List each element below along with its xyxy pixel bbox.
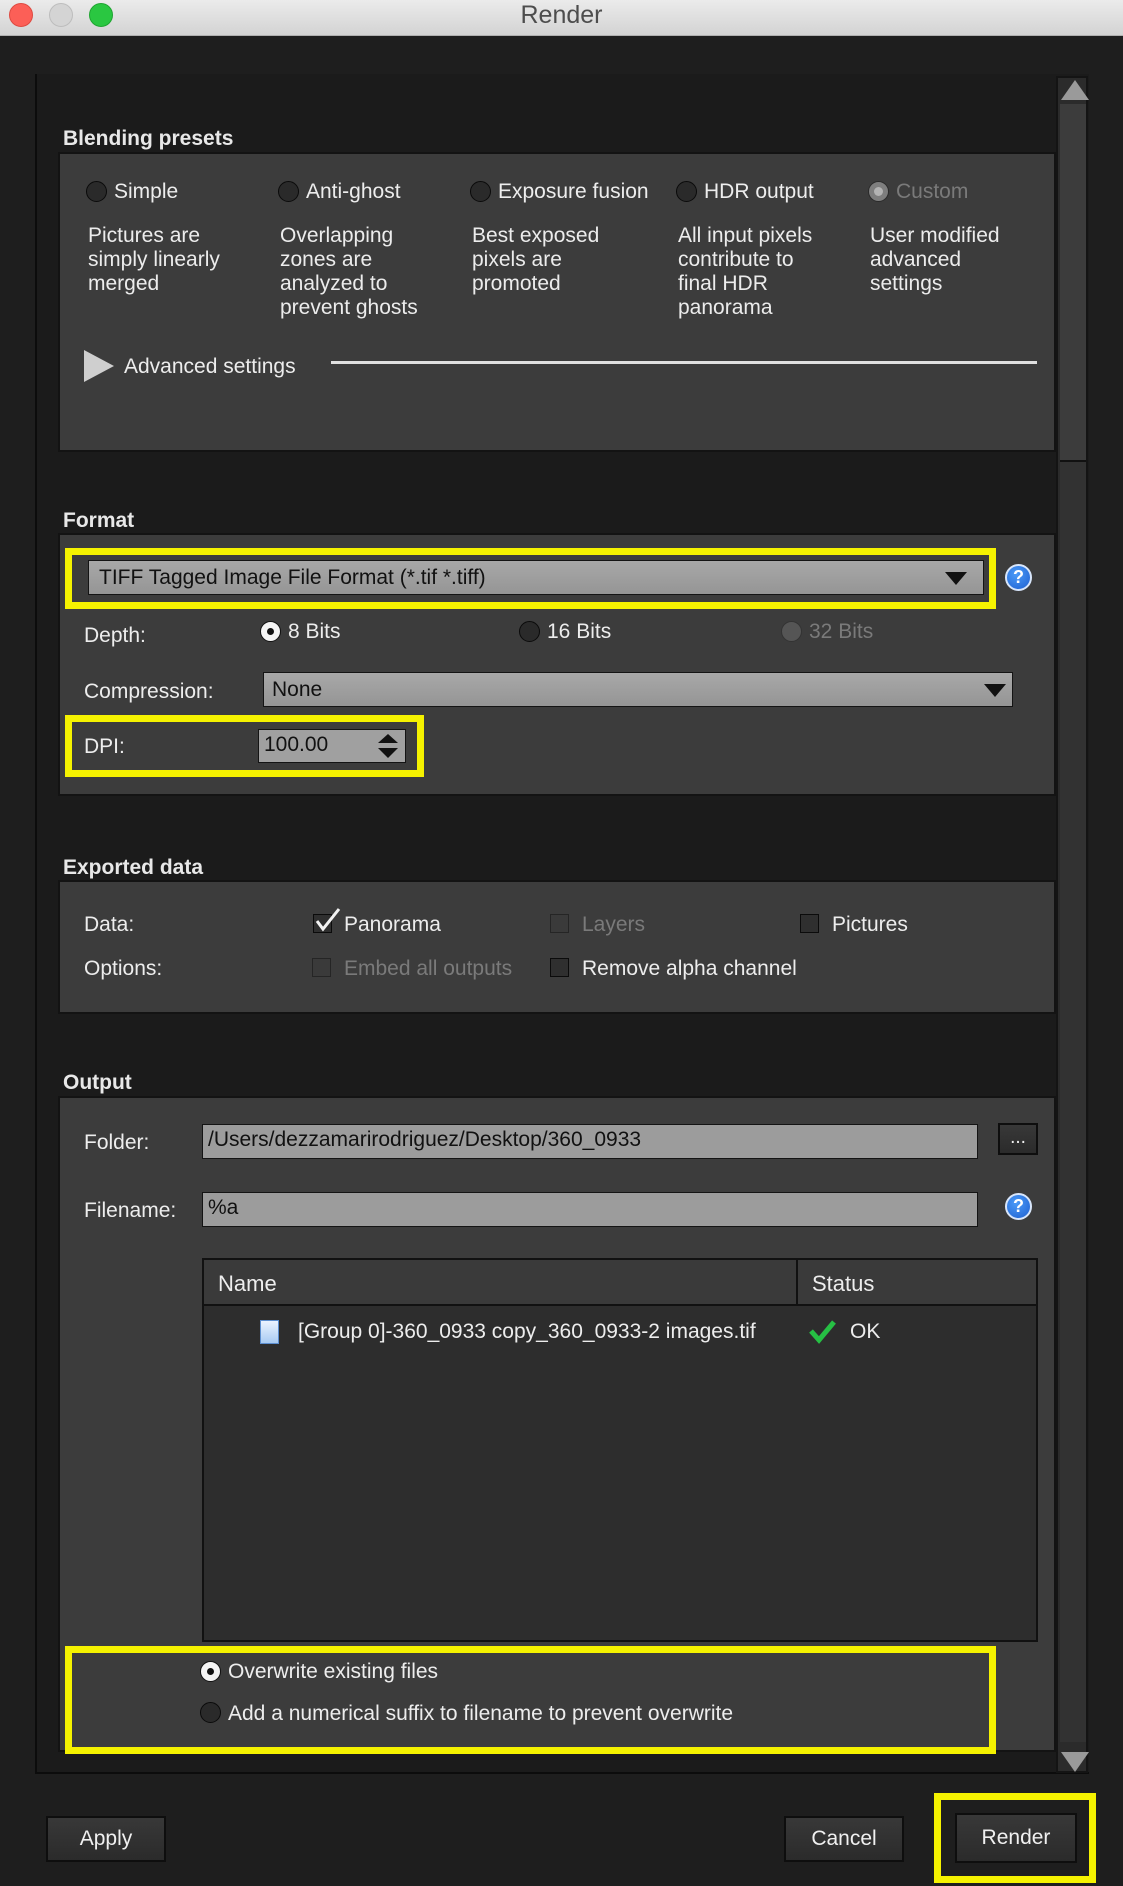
preset-hdr-desc: All input pixels contribute to final HDR… xyxy=(678,224,812,320)
data-label: Data: xyxy=(84,913,135,936)
preset-custom-radio xyxy=(868,181,889,202)
output-section-title: Output xyxy=(63,1071,132,1094)
compression-value: None xyxy=(272,678,323,701)
compression-label: Compression: xyxy=(84,680,214,703)
browse-folder-button[interactable]: ... xyxy=(998,1123,1038,1155)
suffix-label[interactable]: Add a numerical suffix to filename to pr… xyxy=(228,1702,733,1726)
filename-input[interactable]: %a xyxy=(202,1192,978,1227)
scroll-down-arrow-icon[interactable] xyxy=(1061,1752,1089,1772)
table-header xyxy=(204,1260,1036,1306)
checkmark-icon xyxy=(315,908,341,932)
preset-custom-desc: User modified advanced settings xyxy=(870,224,1000,296)
suffix-radio[interactable] xyxy=(200,1702,221,1723)
embed-outputs-label: Embed all outputs xyxy=(344,957,513,980)
depth-16bit-radio[interactable] xyxy=(519,621,540,642)
desc-line: simply linearly xyxy=(88,248,220,271)
preset-antighost-desc: Overlapping zones are analyzed to preven… xyxy=(280,224,418,320)
remove-alpha-checkbox[interactable] xyxy=(550,958,569,977)
desc-line: User modified xyxy=(870,224,1000,247)
desc-line: contribute to xyxy=(678,248,794,271)
exported-section-title: Exported data xyxy=(63,856,204,879)
chevron-down-icon xyxy=(984,684,1006,697)
preset-simple-radio[interactable] xyxy=(86,181,107,202)
preset-simple-label[interactable]: Simple xyxy=(114,180,178,204)
preset-antighost-radio[interactable] xyxy=(278,181,299,202)
preset-hdr-label[interactable]: HDR output xyxy=(704,180,814,204)
file-icon xyxy=(260,1320,279,1344)
scrollbar-thumb[interactable] xyxy=(1060,104,1086,460)
desc-line: settings xyxy=(870,272,943,295)
compression-dropdown[interactable]: None xyxy=(263,672,1013,707)
depth-label: Depth: xyxy=(84,624,146,647)
embed-outputs-checkbox xyxy=(312,958,331,977)
desc-line: prevent ghosts xyxy=(280,296,418,319)
desc-line: panorama xyxy=(678,296,773,319)
pictures-label[interactable]: Pictures xyxy=(832,913,908,937)
desc-line: analyzed to xyxy=(280,272,388,295)
depth-32bit-label: 32 Bits xyxy=(809,620,874,643)
desc-line: pixels are xyxy=(472,248,562,271)
filename-label: Filename: xyxy=(84,1199,177,1222)
preset-simple-desc: Pictures are simply linearly merged xyxy=(88,224,220,296)
format-dropdown-value: TIFF Tagged Image File Format (*.tif *.t… xyxy=(99,566,486,589)
exported-panel xyxy=(58,880,1056,1014)
filename-help-icon[interactable]: ? xyxy=(1005,1193,1032,1220)
dpi-label: DPI: xyxy=(84,735,125,758)
folder-input[interactable]: /Users/dezzamarirodriguez/Desktop/360_09… xyxy=(202,1124,978,1159)
render-button[interactable]: Render xyxy=(955,1813,1077,1863)
preset-exposure-desc: Best exposed pixels are promoted xyxy=(472,224,599,296)
row-filename: [Group 0]-360_0933 copy_360_0933-2 image… xyxy=(298,1320,756,1343)
desc-line: Best exposed xyxy=(472,224,600,247)
remove-alpha-label[interactable]: Remove alpha channel xyxy=(582,957,797,981)
layers-checkbox xyxy=(550,914,569,933)
preset-exposure-radio[interactable] xyxy=(470,181,491,202)
stepper-arrows-icon[interactable] xyxy=(376,731,400,761)
format-help-icon[interactable]: ? xyxy=(1005,564,1032,591)
desc-line: zones are xyxy=(280,248,373,271)
overwrite-radio[interactable] xyxy=(200,1661,221,1682)
disclosure-triangle-icon[interactable] xyxy=(82,348,116,384)
desc-line: promoted xyxy=(472,272,561,295)
scroll-up-arrow-icon[interactable] xyxy=(1061,80,1089,100)
preset-exposure-label[interactable]: Exposure fusion xyxy=(498,180,649,204)
format-dropdown[interactable]: TIFF Tagged Image File Format (*.tif *.t… xyxy=(88,560,984,595)
depth-8bit-radio[interactable] xyxy=(260,621,281,642)
cancel-button[interactable]: Cancel xyxy=(784,1816,904,1862)
format-section-title: Format xyxy=(63,509,135,532)
column-header-status[interactable]: Status xyxy=(812,1271,874,1297)
depth-32bit-radio xyxy=(781,621,802,642)
window-title: Render xyxy=(520,1,603,29)
column-divider[interactable] xyxy=(796,1260,798,1306)
desc-line: merged xyxy=(88,272,160,295)
apply-button[interactable]: Apply xyxy=(46,1816,166,1862)
preset-hdr-radio[interactable] xyxy=(676,181,697,202)
pictures-checkbox[interactable] xyxy=(800,914,819,933)
desc-line: advanced xyxy=(870,248,962,271)
preset-custom-label: Custom xyxy=(896,180,969,203)
depth-8bit-label[interactable]: 8 Bits xyxy=(288,620,341,644)
row-status: OK xyxy=(850,1320,881,1343)
overwrite-label[interactable]: Overwrite existing files xyxy=(228,1660,438,1684)
blending-section-title: Blending presets xyxy=(63,127,234,150)
scrollbar-track[interactable] xyxy=(1060,460,1086,1742)
depth-16bit-label[interactable]: 16 Bits xyxy=(547,620,611,644)
options-label: Options: xyxy=(84,957,163,980)
layers-label: Layers xyxy=(582,913,646,936)
divider-line xyxy=(331,361,1037,364)
column-header-name[interactable]: Name xyxy=(218,1271,277,1297)
desc-line: All input pixels xyxy=(678,224,813,247)
advanced-settings-toggle[interactable]: Advanced settings xyxy=(124,355,296,379)
desc-line: Pictures are xyxy=(88,224,201,247)
chevron-down-icon xyxy=(945,572,967,585)
desc-line: Overlapping xyxy=(280,224,394,247)
ok-checkmark-icon xyxy=(809,1320,836,1344)
panorama-label[interactable]: Panorama xyxy=(344,913,441,937)
preset-antighost-label[interactable]: Anti-ghost xyxy=(306,180,401,204)
folder-label: Folder: xyxy=(84,1131,150,1154)
desc-line: final HDR xyxy=(678,272,768,295)
